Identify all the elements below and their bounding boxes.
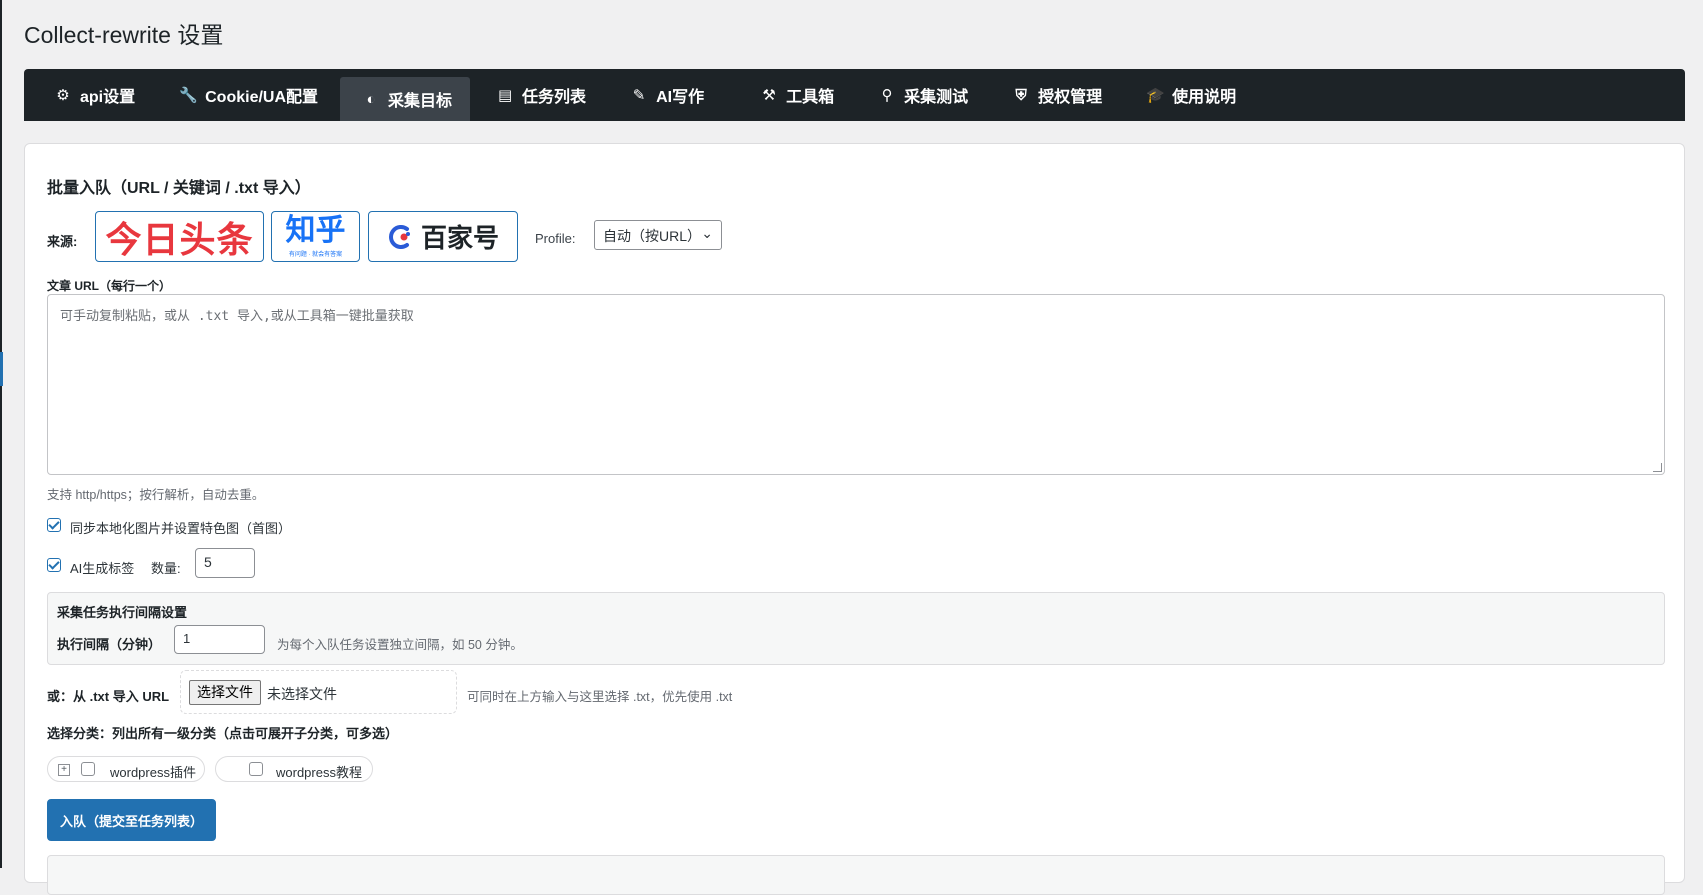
interval-label: 执行间隔（分钟） [57, 637, 162, 652]
search-icon: ⚲ [881, 87, 893, 104]
tab-label: 工具箱 [786, 89, 835, 106]
file-import-help: 可同时在上方输入与这里选择 .txt，优先使用 .txt [467, 690, 733, 704]
category-checkbox[interactable] [81, 762, 95, 776]
tab-bar: ⚙ api设置 🔧 Cookie/UA配置 ◐ 采集目标 ▤ 任务列表 ✎ AI… [24, 69, 1685, 121]
tab-task-list[interactable]: ▤ 任务列表 [474, 69, 604, 121]
sync-images-label: 同步本地化图片并设置特色图（首图） [70, 521, 292, 536]
interval-help: 为每个入队任务设置独立间隔，如 50 分钟。 [277, 638, 523, 652]
tab-license[interactable]: ⛨ 授权管理 [990, 69, 1120, 121]
tab-label: 任务列表 [522, 89, 587, 106]
tab-label: 授权管理 [1038, 89, 1103, 106]
tab-collect-test[interactable]: ⚲ 采集测试 [856, 69, 986, 121]
baijiahao-logo: 百家号 [420, 224, 499, 254]
section-title: 批量入队（URL / 关键词 / .txt 导入） [47, 180, 311, 197]
tab-label: 采集测试 [904, 89, 969, 106]
source-label: 来源: [47, 234, 78, 249]
tab-api-settings[interactable]: ⚙ api设置 [32, 69, 153, 121]
page-title: Collect-rewrite 设置 [24, 22, 224, 48]
shield-icon: ⛨ [1015, 86, 1027, 104]
collect-target-card: 批量入队（URL / 关键词 / .txt 导入） 来源: 今日头条 知乎 有问… [24, 143, 1685, 895]
zhihu-logo: 知乎 [285, 213, 346, 248]
file-import-label: 或：从 .txt 导入 URL [47, 689, 170, 704]
list-icon: ▤ [497, 87, 513, 104]
tab-label: AI写作 [656, 89, 705, 106]
choose-file-button[interactable]: 选择文件 [189, 680, 261, 705]
pencil-icon: ✎ [632, 87, 646, 104]
profile-label: Profile: [535, 231, 576, 246]
url-placeholder: 可手动复制粘贴，或从 .txt 导入,或从工具箱一键批量获取 [60, 309, 414, 324]
tab-usage-guide[interactable]: 🎓 使用说明 [1124, 69, 1254, 121]
url-help: 支持 http/https；按行解析，自动去重。 [47, 488, 265, 502]
profile-selected-value: 自动（按URL） [603, 228, 702, 244]
zhihu-slogan: 有问题 · 就会有答案 [288, 252, 343, 258]
resize-handle-icon[interactable] [1653, 463, 1662, 472]
tag-count-label: 数量: [151, 561, 181, 576]
left-edge-marker [0, 352, 3, 386]
enqueue-submit-button[interactable]: 入队（提交至任务列表） [47, 799, 216, 841]
wrench-icon: 🔧 [179, 87, 198, 104]
hammer-icon: ⚒ [762, 87, 776, 104]
no-file-text: 未选择文件 [267, 686, 337, 702]
globe-icon: ◐ [366, 90, 376, 108]
url-label: 文章 URL（每行一个） [47, 279, 171, 293]
tab-label: 采集目标 [388, 93, 453, 110]
file-input-wrap: 选择文件 未选择文件 [180, 670, 457, 714]
source-toutiao-button[interactable]: 今日头条 [95, 211, 264, 262]
tab-ai-writing[interactable]: ✎ AI写作 [608, 69, 734, 121]
expand-plus-icon[interactable]: + [58, 764, 70, 776]
category-checkbox[interactable] [249, 762, 263, 776]
interval-value: 1 [183, 631, 191, 646]
tab-label: 使用说明 [1172, 89, 1237, 106]
tab-label: api设置 [80, 89, 136, 106]
ai-tags-checkbox[interactable] [47, 558, 61, 572]
chevron-down-icon: ⌄ [701, 225, 713, 241]
source-baijiahao-button[interactable]: 百家号 [368, 211, 518, 262]
category-label: wordpress教程 [276, 765, 362, 780]
interval-input[interactable]: 1 [174, 625, 265, 654]
profile-select[interactable]: 自动（按URL） ⌄ [594, 220, 722, 250]
category-item: wordpress教程 [215, 756, 373, 782]
ai-tags-label: AI生成标签 [70, 561, 135, 576]
tab-label: Cookie/UA配置 [205, 89, 319, 106]
url-textarea[interactable]: 可手动复制粘贴，或从 .txt 导入,或从工具箱一键批量获取 [47, 294, 1665, 475]
category-title: 选择分类：列出所有一级分类（点击可展开子分类，可多选） [47, 726, 399, 741]
tab-collect-target[interactable]: ◐ 采集目标 [340, 77, 471, 121]
baijiahao-logo-icon [387, 223, 415, 251]
sync-images-checkbox[interactable] [47, 518, 61, 532]
interval-title: 采集任务执行间隔设置 [57, 605, 188, 620]
tab-cookie-ua[interactable]: 🔧 Cookie/UA配置 [157, 69, 336, 121]
category-item: + wordpress插件 [47, 756, 205, 782]
gear-icon: ⚙ [56, 87, 70, 104]
toutiao-logo: 今日头条 [105, 219, 254, 261]
bottom-panel [47, 855, 1665, 895]
left-edge-bar [0, 0, 2, 868]
interval-settings-box: 采集任务执行间隔设置 执行间隔（分钟） 1 为每个入队任务设置独立间隔，如 50… [47, 592, 1665, 665]
tag-count-input[interactable]: 5 [195, 548, 255, 578]
tag-count-value: 5 [204, 554, 212, 570]
tab-toolbox[interactable]: ⚒ 工具箱 [738, 69, 852, 121]
source-zhihu-button[interactable]: 知乎 有问题 · 就会有答案 [271, 211, 360, 262]
category-label: wordpress插件 [110, 765, 196, 780]
graduation-cap-icon: 🎓 [1146, 87, 1165, 104]
